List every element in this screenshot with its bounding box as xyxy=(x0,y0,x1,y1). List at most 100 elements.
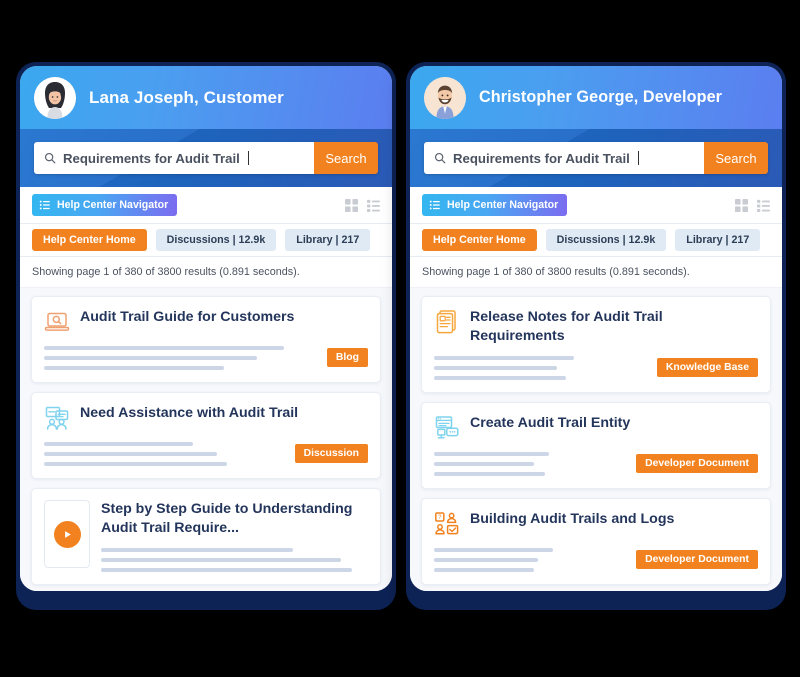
snippet-placeholder-lines xyxy=(434,450,626,477)
play-video-icon[interactable] xyxy=(53,520,81,548)
list-view-icon[interactable] xyxy=(367,199,380,212)
result-title: Release Notes for Audit Trail Requiremen… xyxy=(470,309,663,344)
result-card-body: Developer Document xyxy=(434,450,758,477)
snippet-line xyxy=(44,452,218,456)
grid-view-icon[interactable] xyxy=(735,198,748,212)
snippet-line xyxy=(434,376,566,381)
snippet-line xyxy=(434,472,546,477)
list-bullets-icon xyxy=(39,200,50,210)
user-name: Lana Joseph, Customer xyxy=(89,87,284,107)
video-result-inner: Step by Step Guide to Understanding Audi… xyxy=(44,500,368,573)
customer-panel-screen: Lana Joseph, Customer Requirements for A… xyxy=(20,66,392,591)
result-card[interactable]: Audit Trail Guide for Customers Blog xyxy=(31,296,381,383)
snippet-placeholder-lines xyxy=(434,546,626,573)
avatar xyxy=(424,76,466,119)
snippet-placeholder-lines xyxy=(44,440,285,466)
tab-library[interactable]: Library | 217 xyxy=(675,229,761,251)
result-card-body: Developer Document xyxy=(434,546,758,573)
search-input[interactable]: Requirements for Audit Trail xyxy=(34,142,314,174)
result-card[interactable]: ? Building Audit Trails and Logs Develop… xyxy=(421,498,771,586)
tab-library[interactable]: Library | 217 xyxy=(285,229,371,251)
result-title: Audit Trail Guide for Customers xyxy=(80,309,295,325)
snippet-line xyxy=(44,366,225,370)
search-icon xyxy=(434,152,446,164)
snippet-line xyxy=(44,356,257,360)
video-thumbnail[interactable] xyxy=(44,500,90,568)
customer-tabs-row: Help Center Home Discussions | 12.9k Lib… xyxy=(20,224,392,257)
view-toggle-group xyxy=(735,198,770,212)
result-card[interactable]: Create Audit Trail Entity Developer Docu… xyxy=(421,402,771,490)
result-card-header: ? Building Audit Trails and Logs xyxy=(434,510,758,537)
result-title: Building Audit Trails and Logs xyxy=(470,511,675,528)
search-button[interactable]: Search xyxy=(704,142,768,174)
text-caret xyxy=(637,151,639,165)
snippet-line xyxy=(101,558,342,563)
search-input-value: Requirements for Audit Trail xyxy=(63,150,240,166)
search-button[interactable]: Search xyxy=(314,142,378,174)
release-notes-document-icon xyxy=(436,310,456,334)
developer-results-list: Release Notes for Audit Trail Requiremen… xyxy=(410,288,782,591)
snippet-line xyxy=(434,452,550,457)
male-avatar-icon xyxy=(424,76,466,119)
search-input[interactable]: Requirements for Audit Trail xyxy=(424,142,704,174)
help-center-navigator-button[interactable]: Help Center Navigator xyxy=(422,194,568,216)
laptop-search-icon xyxy=(44,312,70,331)
snippet-line xyxy=(101,548,294,553)
snippet-line xyxy=(44,346,285,350)
list-view-icon[interactable] xyxy=(757,199,770,212)
customer-user-header: Lana Joseph, Customer xyxy=(20,66,392,129)
user-name: Christopher George, Developer xyxy=(479,88,723,106)
customer-navigator-row: Help Center Navigator xyxy=(20,187,392,224)
snippet-line xyxy=(434,356,575,361)
customer-panel-frame: Lana Joseph, Customer Requirements for A… xyxy=(16,62,396,610)
result-card[interactable]: Release Notes for Audit Trail Requiremen… xyxy=(421,296,771,394)
screenshot-stage: Lana Joseph, Customer Requirements for A… xyxy=(0,0,800,677)
play-triangle-icon xyxy=(64,530,71,538)
developer-tabs-row: Help Center Home Discussions | 12.9k Lib… xyxy=(410,224,782,257)
result-badge: Developer Document xyxy=(636,454,758,474)
result-card[interactable]: Step by Step Guide to Understanding Audi… xyxy=(31,488,381,586)
result-badge: Knowledge Base xyxy=(656,358,758,378)
customer-search-band: Requirements for Audit Trail Search xyxy=(20,129,392,187)
result-card-header: Release Notes for Audit Trail Requiremen… xyxy=(434,308,758,345)
snippet-line xyxy=(434,548,554,553)
snippet-placeholder-lines xyxy=(44,344,317,370)
developer-navigator-row: Help Center Navigator xyxy=(410,187,782,224)
result-card-body: Discussion xyxy=(44,440,368,466)
snippet-line xyxy=(44,462,227,466)
help-center-navigator-label: Help Center Navigator xyxy=(447,199,559,211)
result-card[interactable]: Need Assistance with Audit Trail Discuss… xyxy=(31,392,381,479)
snippet-line xyxy=(101,568,352,573)
search-input-value: Requirements for Audit Trail xyxy=(453,150,630,166)
result-card-header: Create Audit Trail Entity xyxy=(434,414,758,441)
customer-results-list: Audit Trail Guide for Customers Blog Nee… xyxy=(20,288,392,591)
snippet-placeholder-lines xyxy=(101,546,368,573)
snippet-line xyxy=(434,462,534,467)
search-bar[interactable]: Requirements for Audit Trail Search xyxy=(424,142,768,174)
tab-discussions[interactable]: Discussions | 12.9k xyxy=(155,229,277,251)
search-bar[interactable]: Requirements for Audit Trail Search xyxy=(34,142,378,174)
entity-browser-icon xyxy=(435,416,459,440)
result-card-body: Blog xyxy=(44,344,368,370)
help-center-navigator-button[interactable]: Help Center Navigator xyxy=(32,194,178,216)
female-avatar-icon xyxy=(34,76,76,119)
tab-discussions[interactable]: Discussions | 12.9k xyxy=(545,229,667,251)
result-card-header: Need Assistance with Audit Trail xyxy=(44,404,368,431)
results-summary: Showing page 1 of 380 of 3800 results (0… xyxy=(20,257,392,288)
text-caret xyxy=(247,151,249,165)
snippet-line xyxy=(434,568,534,573)
result-card-header: Audit Trail Guide for Customers xyxy=(44,308,368,335)
snippet-line xyxy=(44,442,194,446)
view-toggle-group xyxy=(345,198,380,212)
svg-text:?: ? xyxy=(438,515,442,521)
developer-search-band: Requirements for Audit Trail Search xyxy=(410,129,782,187)
tab-help-center-home[interactable]: Help Center Home xyxy=(32,229,147,251)
grid-view-icon[interactable] xyxy=(345,198,358,212)
result-badge: Discussion xyxy=(294,444,368,463)
list-bullets-icon xyxy=(429,200,440,210)
search-icon xyxy=(44,152,56,164)
snippet-line xyxy=(434,366,558,371)
tab-help-center-home[interactable]: Help Center Home xyxy=(422,229,537,251)
community-support-icon: ? xyxy=(435,512,459,536)
snippet-placeholder-lines xyxy=(434,354,647,381)
